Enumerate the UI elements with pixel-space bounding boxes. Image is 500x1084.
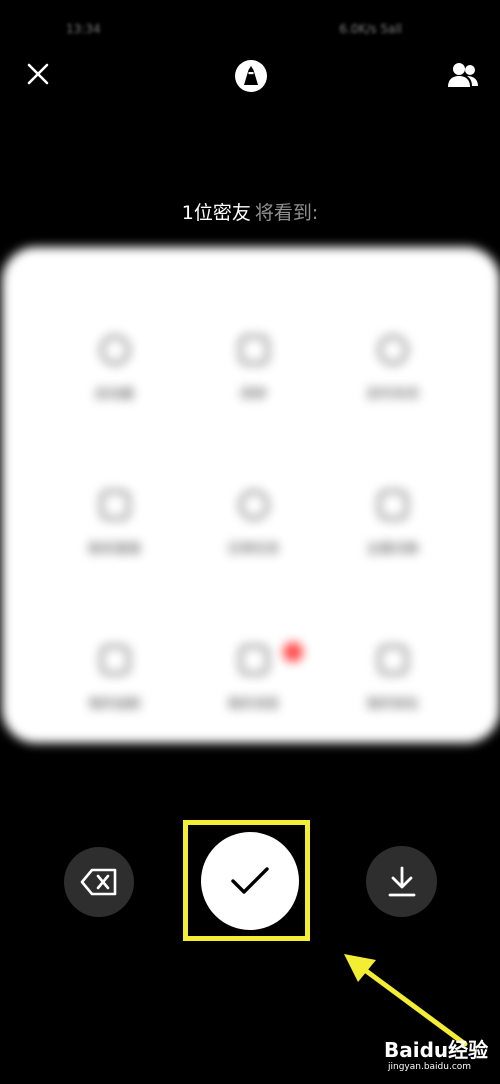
- preview-grid: 启动器 闹钟 定时关闭 联系客服 日常任务 主题切换 我的追剧 我的消息 我的钱…: [45, 305, 462, 743]
- backspace-icon: [80, 868, 117, 896]
- wallet-icon: [377, 645, 408, 675]
- bookmark-icon: [99, 645, 130, 675]
- preview-item: 闹钟: [184, 305, 323, 445]
- highlight-box: [183, 820, 310, 941]
- alarm-icon: [238, 335, 269, 365]
- preview-item: 启动器: [45, 305, 184, 445]
- mail-icon: [238, 645, 269, 675]
- close-icon[interactable]: [24, 60, 52, 88]
- preview-item: 我的追剧: [45, 615, 184, 743]
- timer-icon: [377, 335, 408, 365]
- pie-icon: [238, 490, 269, 520]
- shirt-icon: [377, 490, 408, 520]
- status-network: 6.0K/s 5all: [339, 22, 402, 36]
- watermark: Baidu经验 jingyan.baidu.com: [384, 1034, 494, 1080]
- compass-icon: [99, 335, 130, 365]
- delete-button[interactable]: [64, 847, 134, 917]
- preview-item: 定时关闭: [323, 305, 462, 445]
- preview-item: 我的钱包: [323, 615, 462, 743]
- edit-icon: [99, 490, 130, 520]
- pen-icon[interactable]: [233, 58, 269, 94]
- watermark-site: jingyan.baidu.com: [388, 1062, 472, 1072]
- notification-badge: [283, 642, 303, 662]
- audience-text: 1位密友 将看到:: [0, 198, 500, 225]
- preview-item: 联系客服: [45, 460, 184, 600]
- screenshot-preview-card: 启动器 闹钟 定时关闭 联系客服 日常任务 主题切换 我的追剧 我的消息 我的钱…: [2, 247, 500, 743]
- preview-item: 我的消息: [184, 615, 323, 743]
- download-button[interactable]: [366, 846, 437, 917]
- audience-count: 1位密友: [181, 202, 251, 224]
- friends-icon[interactable]: [446, 60, 480, 90]
- preview-item: 日常任务: [184, 460, 323, 600]
- download-icon: [388, 866, 415, 896]
- audience-suffix: 将看到:: [254, 202, 319, 224]
- watermark-brand: Baidu经验: [384, 1038, 489, 1062]
- status-bar: 13:34 6.0K/s 5all: [0, 20, 500, 44]
- status-time: 13:34: [66, 22, 101, 36]
- preview-item: 主题切换: [323, 460, 462, 600]
